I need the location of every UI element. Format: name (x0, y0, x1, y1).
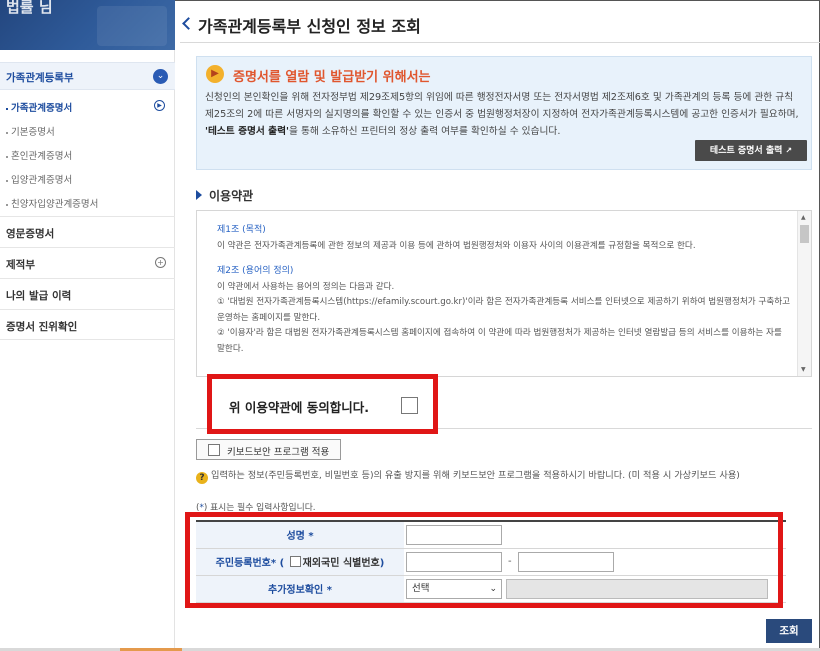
sidebar-banner: 법률 님 (0, 0, 175, 50)
page-title: 가족관계등록부 신청인 정보 조회 (198, 17, 421, 36)
sidebar-item-label: 영문증명서 (6, 228, 55, 240)
scroll-down-icon[interactable]: ▼ (801, 366, 806, 373)
title-chevron-icon (182, 17, 195, 30)
keyboard-security-label: 키보드보안 프로그램 적용 (227, 447, 330, 458)
sidebar-item-my-history[interactable]: 나의 발급 이력 (0, 278, 175, 309)
terms-article-text: ① '대법원 전자가족관계등록시스템(https://efamily.scour… (217, 297, 791, 323)
sidebar-item-label: 제적부 (6, 259, 35, 271)
sidebar-item-removed-register[interactable]: 제적부 + (0, 247, 175, 278)
keyboard-security-button[interactable]: 키보드보안 프로그램 적용 (196, 439, 341, 460)
terms-box[interactable]: 제1조 (목적) 이 약관은 전자가족관계등록에 관한 정보의 제공과 이용 등… (196, 210, 812, 377)
megaphone-icon: ▶ (206, 65, 224, 83)
form-highlight (185, 512, 783, 608)
terms-article-text: ② '이용자'라 함은 대법원 전자가족관계등록시스템 홈페이지에 접속하여 이… (217, 328, 782, 354)
title-divider (180, 42, 820, 43)
notice-body: 신청인의 본인확인을 위해 전자정부법 제29조제5항의 위임에 따른 행정전자… (205, 92, 799, 137)
sidebar-subitem-basic-cert[interactable]: 기본증명서 (6, 124, 55, 138)
terms-section-title: 이용약관 (196, 187, 253, 204)
sidebar-item-family-register[interactable]: 가족관계등록부 ⌄ (0, 62, 175, 90)
sidebar: 법률 님 가족관계등록부 ⌄ 가족관계증명서 ▶ 기본증명서 혼인관계증명서 입… (0, 0, 175, 651)
terms-agree-checkbox[interactable] (401, 397, 418, 414)
terms-agree-box[interactable]: 위 이용약관에 동의합니다. (207, 374, 438, 434)
scroll-thumb[interactable] (800, 225, 809, 243)
sidebar-subitem-family-cert[interactable]: 가족관계증명서 (6, 100, 72, 114)
sidebar-header-label: 가족관계등록부 (6, 72, 74, 84)
question-icon: ? (196, 472, 208, 484)
keyboard-note: ? 입력하는 정보(주민등록번호, 비밀번호 등)의 유출 방지를 위해 키보드보… (196, 467, 740, 484)
sidebar-item-label: 증명서 진위확인 (6, 321, 78, 333)
terms-article-text: 이 약관에서 사용하는 용어의 정의는 다음과 같다. (217, 281, 395, 292)
triangle-right-icon (196, 190, 202, 200)
terms-article-title: 제2조 (용어의 정의) (217, 266, 294, 276)
search-button[interactable]: 조회 (766, 619, 812, 643)
notice-heading: 증명서를 열람 및 발급받기 위해서는 (233, 70, 431, 85)
banner-text: 법률 님 (6, 0, 53, 16)
external-link-icon: ↗ (785, 146, 793, 155)
sidebar-item-english-cert[interactable]: 영문증명서 (0, 216, 175, 247)
plus-circle-icon[interactable]: + (155, 257, 166, 268)
test-print-button[interactable]: 테스트 증명서 출력 ↗ (695, 140, 807, 161)
terms-article-title: 제1조 (목적) (217, 225, 266, 235)
play-circle-icon: ▶ (154, 100, 165, 111)
terms-scrollbar[interactable]: ▲ ▼ (797, 211, 811, 376)
sidebar-item-verify[interactable]: 증명서 진위확인 (0, 309, 175, 340)
sidebar-subitem-marriage-cert[interactable]: 혼인관계증명서 (6, 148, 72, 162)
sidebar-subitem-adoption-cert[interactable]: 입양관계증명서 (6, 172, 72, 186)
banner-decoration (97, 6, 167, 46)
chevron-down-icon[interactable]: ⌄ (153, 69, 168, 84)
terms-article-text: 이 약관은 전자가족관계등록에 관한 정보의 제공과 이용 등에 관하여 법원행… (217, 240, 696, 251)
terms-agree-label: 위 이용약관에 동의합니다. (229, 400, 369, 415)
keyboard-security-checkbox[interactable] (208, 444, 220, 456)
sidebar-item-label: 나의 발급 이력 (6, 290, 72, 302)
terms-content: 제1조 (목적) 이 약관은 전자가족관계등록에 관한 정보의 제공과 이용 등… (217, 223, 792, 357)
notice-box: ▶ 증명서를 열람 및 발급받기 위해서는 신청인의 본인확인을 위해 전자정부… (196, 56, 812, 170)
sidebar-subitem-full-adoption-cert[interactable]: 친양자입양관계증명서 (6, 196, 98, 210)
scroll-up-icon[interactable]: ▲ (801, 214, 806, 221)
